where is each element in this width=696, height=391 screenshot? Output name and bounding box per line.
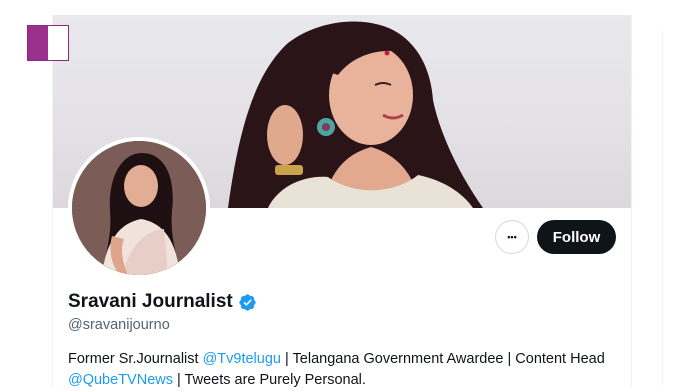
follow-button[interactable]: Follow [537, 220, 616, 254]
profile-handle: @sravanijourno [68, 317, 170, 333]
avatar[interactable] [68, 137, 210, 279]
column-divider [662, 30, 663, 385]
bio-mention-link[interactable]: @Tv9telugu [203, 351, 281, 367]
avatar-photo [72, 141, 206, 275]
bio-text: | Telangana Government Awardee | Content… [280, 351, 605, 367]
bio-mention-link[interactable]: @QubeTVNews [68, 372, 173, 388]
display-name: Sravani Journalist [68, 291, 233, 312]
verified-badge-icon[interactable] [238, 293, 257, 312]
profile-card: ••• Follow Sravani Journalist @sravanijo… [52, 15, 632, 388]
more-options-icon: ••• [507, 232, 517, 242]
flag-badge-icon [27, 25, 69, 61]
bio-text: | Tweets are Purely Personal. [172, 372, 366, 388]
display-name-row: Sravani Journalist [68, 291, 257, 313]
more-options-button[interactable]: ••• [495, 220, 529, 254]
bio-text: Former Sr.Journalist [68, 351, 203, 367]
